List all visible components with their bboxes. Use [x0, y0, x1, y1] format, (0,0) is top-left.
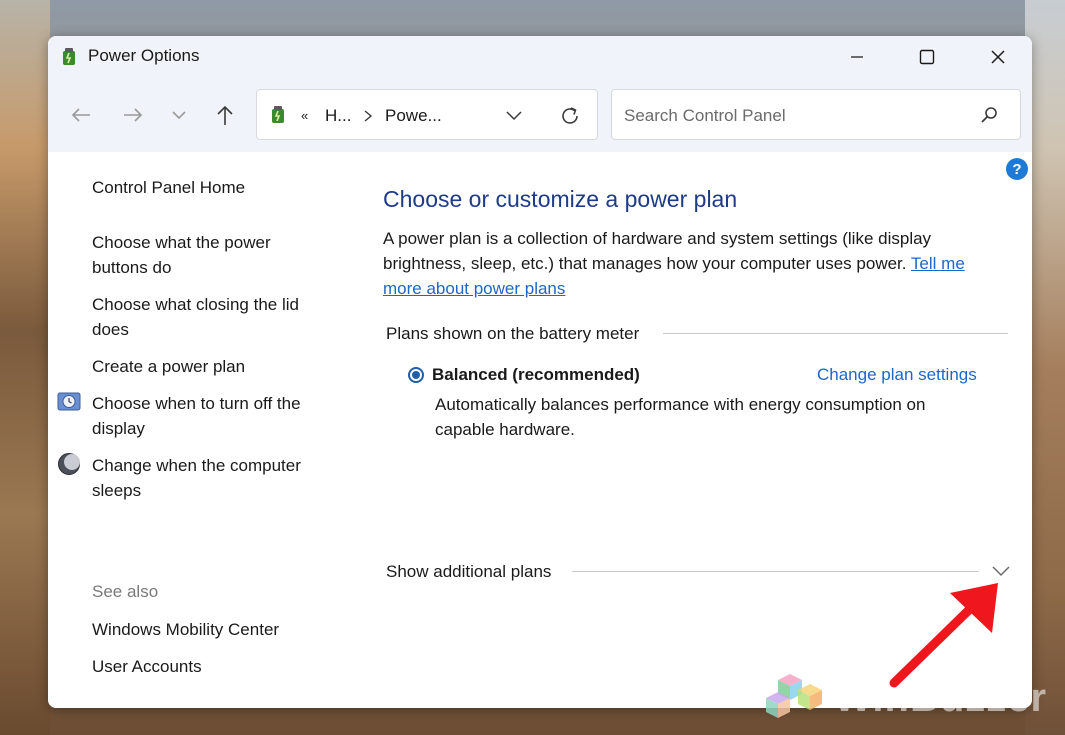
- title-bar: Power Options: [48, 36, 1032, 78]
- maximize-button[interactable]: [904, 36, 950, 78]
- watermark-logo: WinBuzzer: [762, 668, 1047, 728]
- desktop-background-left: [0, 0, 50, 735]
- plan-description: Automatically balances performance with …: [435, 395, 926, 439]
- power-options-icon: [272, 106, 284, 123]
- section-divider: [572, 571, 979, 572]
- control-panel-home-link[interactable]: Control Panel Home: [92, 175, 332, 200]
- power-options-icon: [63, 48, 75, 65]
- search-box[interactable]: [611, 89, 1021, 140]
- description-text: A power plan is a collection of hardware…: [383, 229, 932, 273]
- winbuzzer-logo-icon: [766, 674, 822, 718]
- show-additional-plans-label[interactable]: Show additional plans: [386, 562, 562, 582]
- minimize-button[interactable]: [834, 36, 880, 78]
- breadcrumb-item[interactable]: Powe...: [385, 106, 442, 126]
- window-title: Power Options: [88, 46, 200, 65]
- recent-locations-button[interactable]: [166, 102, 192, 128]
- breadcrumb-item[interactable]: H...: [325, 106, 351, 126]
- chevron-down-icon: [172, 111, 186, 120]
- plan-name[interactable]: Balanced (recommended): [432, 365, 640, 385]
- sidebar-item-turn-off-display[interactable]: Choose when to turn off the display: [92, 391, 332, 441]
- page-title: Choose or customize a power plan: [383, 186, 738, 212]
- search-input[interactable]: [622, 102, 966, 130]
- sidebar-item-user-accounts[interactable]: User Accounts: [92, 654, 332, 679]
- sidebar-item-computer-sleeps[interactable]: Change when the computer sleeps: [92, 453, 332, 503]
- balanced-plan-radio[interactable]: [408, 367, 424, 383]
- help-button[interactable]: ?: [1006, 158, 1028, 180]
- forward-button[interactable]: [120, 102, 146, 128]
- navigation-toolbar: « H... Powe...: [48, 78, 1032, 152]
- breadcrumb-overflow[interactable]: «: [301, 108, 308, 123]
- close-icon: [991, 50, 1005, 64]
- chevron-right-icon: [364, 110, 373, 122]
- sidebar-item-create-plan[interactable]: Create a power plan: [92, 354, 332, 379]
- section-divider: [663, 333, 1008, 334]
- address-bar[interactable]: « H... Powe...: [256, 89, 598, 140]
- address-dropdown-icon[interactable]: [505, 110, 523, 122]
- sidebar-item-closing-lid[interactable]: Choose what closing the lid does: [92, 292, 322, 342]
- see-also-heading: See also: [92, 582, 159, 601]
- page-description: A power plan is a collection of hardware…: [383, 226, 1003, 301]
- up-button[interactable]: [212, 102, 238, 128]
- sidebar-item-power-buttons[interactable]: Choose what the power buttons do: [92, 230, 312, 280]
- search-icon[interactable]: [980, 106, 998, 124]
- back-button[interactable]: [68, 102, 94, 128]
- maximize-icon: [919, 49, 935, 65]
- arrow-up-icon: [217, 105, 233, 125]
- minimize-icon: [851, 56, 863, 58]
- arrow-left-icon: [71, 108, 90, 122]
- change-plan-settings-link[interactable]: Change plan settings: [817, 365, 977, 385]
- display-clock-icon: [57, 392, 81, 411]
- plans-section-heading: Plans shown on the battery meter: [386, 324, 650, 344]
- refresh-icon[interactable]: [559, 105, 581, 127]
- sleep-moon-icon: [58, 453, 80, 475]
- arrow-right-icon: [124, 108, 143, 122]
- close-button[interactable]: [975, 36, 1021, 78]
- watermark-text: WinBuzzer: [834, 675, 1048, 720]
- sidebar-item-mobility-center[interactable]: Windows Mobility Center: [92, 617, 332, 642]
